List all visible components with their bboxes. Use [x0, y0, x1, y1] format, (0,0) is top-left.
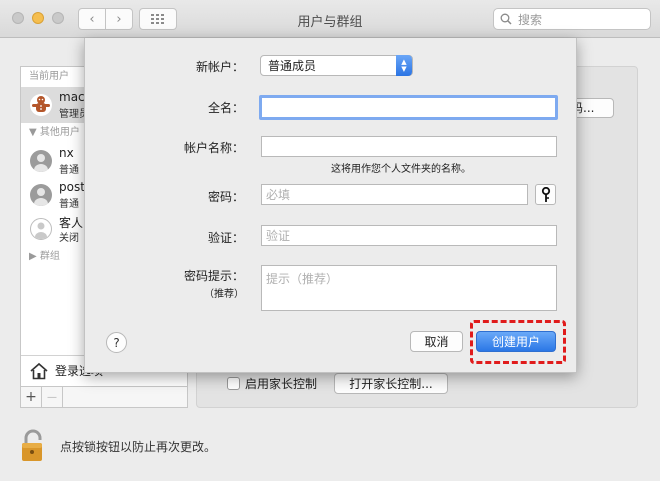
sidebar-item-role: 普通 — [59, 165, 79, 176]
search-placeholder: 搜索 — [518, 12, 543, 27]
lock-hint-text: 点按锁按钮以防止再次更改。 — [60, 439, 217, 454]
lock-area: 点按锁按钮以防止再次更改。 — [20, 426, 520, 466]
verify-field[interactable] — [261, 225, 557, 246]
sidebar-item-role: 关闭 — [59, 233, 79, 244]
help-button[interactable]: ? — [106, 332, 127, 353]
sidebar-item-name: nx — [59, 146, 74, 160]
sidebar-item-name: mac — [59, 90, 85, 104]
other-users-header: ▼ 其他用户 — [29, 127, 80, 138]
current-users-header: 当前用户 — [29, 71, 69, 82]
disclosure-triangle-icon: ▶ — [29, 251, 40, 262]
password-label: 密码： — [207, 190, 244, 204]
account-name-hint: 这将用作您个人文件夹的名称。 — [331, 164, 471, 175]
account-type-popup[interactable]: 普通成员 ▲ ▼ — [260, 55, 413, 76]
house-icon — [30, 362, 48, 379]
search-field[interactable]: 搜索 — [493, 8, 651, 30]
password-hint-field[interactable] — [261, 265, 557, 311]
password-field[interactable] — [261, 184, 528, 205]
sidebar-footer: + — — [21, 386, 187, 407]
account-name-field[interactable] — [261, 136, 557, 157]
disclosure-triangle-icon: ▼ — [29, 127, 40, 138]
verify-label: 验证： — [207, 231, 244, 245]
sidebar-item-name: post — [59, 180, 85, 194]
open-parental-controls-button[interactable]: 打开家长控制... — [334, 373, 448, 394]
sidebar-item-role: 普通 — [59, 199, 79, 210]
password-hint-label: 密码提示： — [183, 269, 244, 283]
remove-user-button[interactable]: — — [42, 387, 63, 407]
full-name-field[interactable] — [259, 95, 558, 120]
new-account-label: 新帐户： — [195, 60, 244, 74]
window-titlebar: ‹ › 用户与群组 搜索 — [0, 0, 660, 38]
search-icon — [500, 13, 514, 25]
guest-avatar-icon — [30, 218, 52, 240]
account-name-label: 帐户名称： — [183, 141, 244, 155]
parental-controls-label: 启用家长控制 — [245, 377, 318, 391]
password-hint-sublabel: （推荐） — [204, 289, 244, 300]
padlock-icon[interactable] — [20, 429, 46, 463]
parental-controls-checkbox[interactable]: 启用家长控制 — [227, 375, 317, 392]
popup-arrows-icon: ▲ ▼ — [396, 55, 412, 76]
checkbox[interactable] — [227, 377, 240, 390]
gingerbread-avatar-icon — [30, 94, 52, 116]
groups-header: ▶ 群组 — [29, 251, 60, 262]
full-name-label: 全名： — [207, 101, 244, 115]
user-avatar-icon — [30, 184, 52, 206]
account-type-value: 普通成员 — [268, 59, 317, 73]
password-assistant-button[interactable] — [535, 184, 556, 205]
user-avatar-icon — [30, 150, 52, 172]
create-button-highlight — [470, 320, 566, 364]
key-icon — [541, 186, 550, 202]
add-user-button[interactable]: + — [21, 387, 42, 407]
cancel-button[interactable]: 取消 — [410, 331, 463, 352]
